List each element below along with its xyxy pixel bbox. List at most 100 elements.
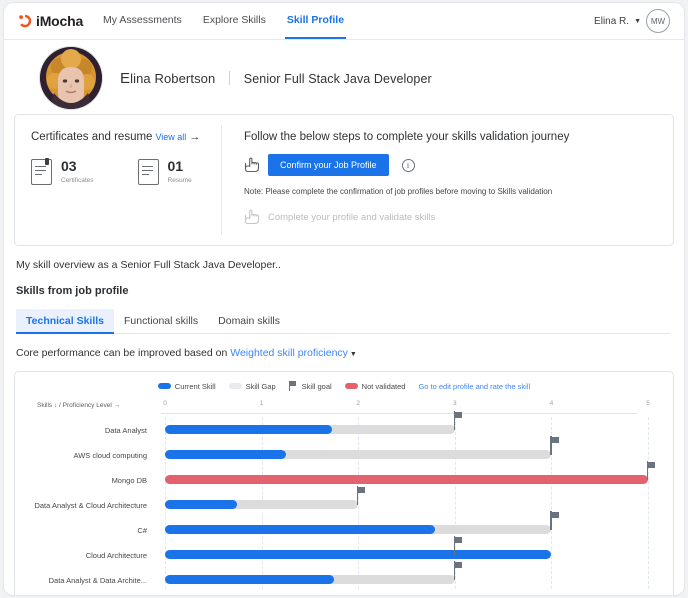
step-two-row: Complete your profile and validate skill… bbox=[244, 209, 673, 225]
tab-domain-skills[interactable]: Domain skills bbox=[208, 309, 290, 333]
app-window: iMocha My Assessments Explore Skills Ski… bbox=[4, 3, 684, 595]
info-icon[interactable]: i bbox=[401, 158, 415, 172]
chart-row: Cloud Architecture bbox=[15, 536, 673, 567]
chart-row-label: Data Analyst bbox=[104, 426, 147, 435]
legend-label: Current Skill bbox=[174, 381, 216, 391]
certificate-icon bbox=[31, 158, 52, 185]
chevron-down-icon-proficiency[interactable]: ▼ bbox=[350, 351, 357, 358]
skill-overview-line: My skill overview as a Senior Full Stack… bbox=[16, 259, 281, 271]
avatar bbox=[40, 47, 102, 109]
tab-functional-skills[interactable]: Functional skills bbox=[114, 309, 208, 333]
weighted-skill-proficiency-link[interactable]: Weighted skill proficiency bbox=[230, 347, 348, 359]
chevron-down-icon: ▼ bbox=[634, 17, 641, 25]
resume-label: Resume bbox=[167, 177, 192, 184]
chart-row: C# bbox=[15, 511, 673, 542]
view-all-link[interactable]: View all bbox=[155, 132, 186, 142]
profile-name-rest: lina Robertson bbox=[130, 70, 216, 86]
legend-item: Not validated bbox=[344, 381, 406, 391]
skill-goal-marker bbox=[357, 486, 366, 505]
legend-item: Skill goal bbox=[288, 381, 332, 391]
resume-count: 01 bbox=[167, 158, 184, 174]
axis-line bbox=[161, 413, 637, 414]
nav-item-explore-skills[interactable]: Explore Skills bbox=[203, 14, 266, 28]
nav-item-my-assessments[interactable]: My Assessments bbox=[103, 14, 182, 28]
axis-tick-label: 3 bbox=[452, 400, 457, 407]
legend-label: Not validated bbox=[361, 381, 406, 391]
chart-row-label: Cloud Architecture bbox=[85, 551, 147, 560]
certificates-panel: Certificates and resume View all → 03 Cert… bbox=[15, 115, 221, 245]
chart-row: Mongo DB bbox=[15, 461, 673, 492]
bar-current-skill[interactable] bbox=[165, 450, 286, 459]
section-title: Skills from job profile bbox=[16, 285, 129, 297]
steps-note: Note: Please complete the confirmation o… bbox=[244, 187, 553, 196]
legend-label: Skill Gap bbox=[245, 381, 276, 391]
chart-row: Data Analyst & Data Archite... bbox=[15, 561, 673, 592]
axis-header-label: Skills ↓ / Proficiency Level → bbox=[37, 402, 121, 409]
skill-goal-marker bbox=[647, 461, 656, 480]
bar-current-skill[interactable] bbox=[165, 500, 238, 509]
chart-axis: Skills ↓ / Proficiency Level → 0 1 2 3 4 5 bbox=[15, 399, 673, 417]
bar-not-validated[interactable] bbox=[165, 475, 648, 484]
chart-row-label: C# bbox=[137, 526, 147, 535]
skills-tabs: Technical Skills Functional skills Domai… bbox=[16, 309, 670, 334]
skill-goal-flag-icon bbox=[288, 381, 298, 391]
chart-row-label: AWS cloud computing bbox=[73, 451, 147, 460]
legend-item: Skill Gap bbox=[228, 381, 276, 391]
legend-swatch bbox=[344, 383, 358, 389]
core-performance-prefix: Core performance can be improved based o… bbox=[16, 347, 228, 359]
certificate-stats: 03 Certificates 01 Resume bbox=[31, 158, 221, 185]
confirm-job-profile-button[interactable]: Confirm your Job Profile bbox=[268, 154, 389, 176]
tab-technical-skills[interactable]: Technical Skills bbox=[16, 309, 115, 334]
axis-tick-label: 4 bbox=[549, 400, 554, 407]
axis-tick-label: 2 bbox=[356, 400, 360, 407]
top-navigation-bar: iMocha My Assessments Explore Skills Ski… bbox=[4, 3, 684, 40]
legend-swatch bbox=[228, 383, 242, 389]
divider bbox=[229, 70, 231, 85]
bar-current-skill[interactable] bbox=[165, 425, 333, 434]
avatar-initials[interactable]: MW bbox=[646, 9, 670, 33]
bar-current-skill[interactable] bbox=[165, 550, 552, 559]
summary-card: Certificates and resume View all → 03 Cert… bbox=[14, 114, 674, 246]
bar-current-skill[interactable] bbox=[165, 575, 335, 584]
certificates-label: Certificates bbox=[61, 177, 94, 184]
imocha-logo-text: iMocha bbox=[36, 13, 84, 29]
skill-goal-marker bbox=[453, 536, 463, 555]
legend-label: Skill goal bbox=[301, 381, 332, 391]
chart-row: Data Analyst bbox=[15, 411, 673, 442]
axis-tick-label: 0 bbox=[163, 400, 167, 407]
steps-title: Follow the below steps to complete your … bbox=[244, 131, 570, 143]
arrow-right-icon: → bbox=[189, 131, 201, 143]
step-one-row: Confirm your Job Profile i bbox=[244, 154, 673, 176]
pointing-hand-icon-disabled bbox=[244, 209, 261, 225]
chart-row: Data Analyst & Cloud Architecture bbox=[15, 486, 673, 517]
axis-tick-label: 5 bbox=[646, 400, 650, 407]
edit-profile-rate-skill-link[interactable]: Go to edit profile and rate the skill bbox=[418, 382, 530, 391]
user-menu[interactable]: Elina R. ▼ MW bbox=[594, 9, 670, 33]
chart-row-label: Data Analyst & Cloud Architecture bbox=[34, 501, 147, 510]
legend-item: Current Skill bbox=[157, 381, 216, 391]
skill-goal-marker bbox=[453, 561, 463, 580]
nav-item-skill-profile[interactable]: Skill Profile bbox=[284, 14, 347, 39]
certificates-title: Certificates and resume bbox=[31, 131, 153, 143]
chart-row: AWS cloud computing bbox=[15, 436, 673, 467]
profile-header: Elina Robertson Senior Full Stack Java D… bbox=[4, 40, 684, 109]
resume-icon bbox=[137, 159, 159, 185]
pointing-hand-icon bbox=[244, 157, 261, 173]
chart-row-label: Data Analyst & Data Archite... bbox=[48, 576, 147, 585]
certificates-title-row: Certificates and resume View all → bbox=[31, 131, 221, 143]
certificates-count: 03 bbox=[61, 158, 77, 174]
user-name-label: Elina R. bbox=[594, 15, 630, 27]
stat-certificates: 03 Certificates bbox=[31, 158, 94, 185]
skill-chart-card: Current Skill Skill Gap Skill goal Not vali… bbox=[14, 371, 674, 595]
imocha-logo-icon bbox=[18, 14, 32, 28]
axis-tick-label: 1 bbox=[259, 400, 264, 407]
profile-name-block: Elina Robertson Senior Full Stack Java D… bbox=[120, 70, 432, 87]
imocha-logo[interactable]: iMocha bbox=[18, 13, 83, 29]
chart-row-label: Mongo DB bbox=[111, 476, 147, 485]
skill-goal-marker bbox=[550, 511, 559, 530]
skill-goal-marker bbox=[453, 411, 463, 430]
steps-panel: Follow the below steps to complete your … bbox=[222, 115, 673, 245]
chart-legend: Current Skill Skill Gap Skill goal Not vali… bbox=[15, 372, 673, 391]
core-performance-line: Core performance can be improved based o… bbox=[16, 347, 684, 359]
bar-current-skill[interactable] bbox=[165, 525, 436, 534]
